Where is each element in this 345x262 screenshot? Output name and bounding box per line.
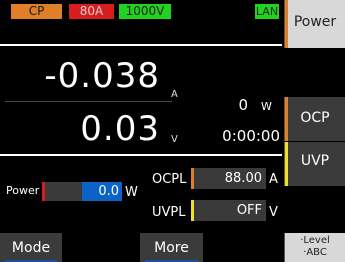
mode-button[interactable]: Mode [0,233,62,262]
power-softkey-label: Power [293,14,337,30]
uvp-softkey[interactable]: UVP [284,142,345,186]
ocpl-label: OCPL [152,172,187,187]
ocp-softkey[interactable]: OCP [284,97,345,141]
field-accent [191,200,194,221]
voltage-unit: V [171,134,178,145]
current-range-indicator: 80A [69,4,114,19]
divider [0,154,282,156]
power-setting-unit: W [125,185,138,200]
uvpl-field[interactable]: OFF [191,200,266,221]
field-accent [42,182,45,201]
voltage-range-indicator: 1000V [119,4,171,19]
more-button[interactable]: More [140,233,203,262]
level-softkey[interactable]: ·Level ·ABC [284,233,345,262]
status-bar: CP 80A 1000V LAN [0,0,282,20]
power-setting-field[interactable]: 0.0 [42,182,122,201]
divider [0,44,282,46]
voltage-reading: 0.03 [80,109,160,149]
elapsed-timer: 0:00:00 [222,127,280,145]
mode-indicator: CP [11,4,62,19]
power-softkey[interactable]: Power [284,0,345,48]
level-softkey-label: ·Level [300,235,330,246]
more-button-label: More [154,240,189,256]
power-reading: 0 [238,96,248,114]
uvp-softkey-label: UVP [300,153,330,169]
ocpl-field[interactable]: 88.00 [191,168,266,189]
uvpl-label: UVPL [152,205,186,220]
lan-indicator: LAN [255,4,279,19]
current-reading: -0.038 [44,56,160,96]
abc-softkey-label: ·ABC [303,247,327,258]
uvpl-value: OFF [236,203,262,218]
mode-button-label: Mode [11,240,51,256]
power-setting-value: 0.0 [98,184,119,199]
field-accent [191,168,194,189]
power-setting-label: Power [6,184,40,197]
ocp-softkey-label: OCP [300,110,330,126]
ocpl-unit: A [269,172,278,187]
ocpl-value: 88.00 [224,171,262,186]
current-unit: A [171,89,178,100]
divider [5,101,172,102]
power-unit: W [261,100,272,113]
uvpl-unit: V [269,205,278,220]
